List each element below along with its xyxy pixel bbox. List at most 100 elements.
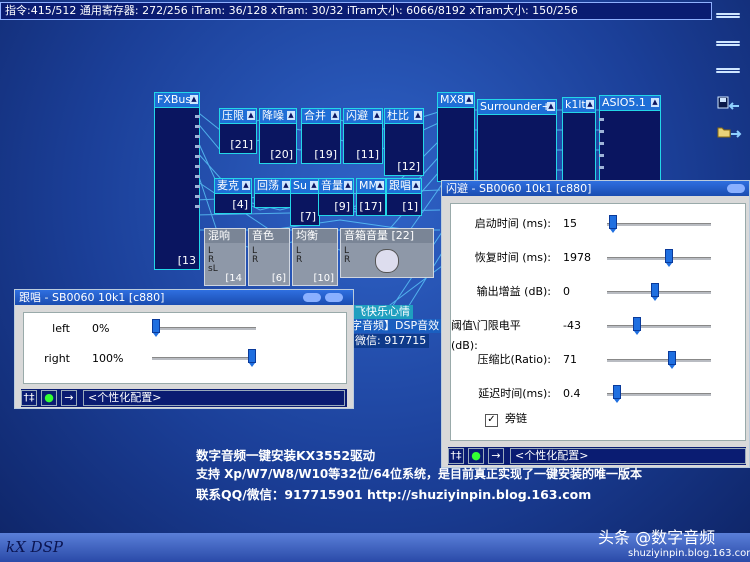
param-value: 15: [563, 217, 577, 230]
next-icon[interactable]: →: [61, 390, 77, 406]
param-value: 71: [563, 353, 577, 366]
module-yinliang[interactable]: 音量 ▲ [9]: [318, 178, 354, 216]
promo-line-3: 联系QQ/微信：917715901 http://shuziyinpin.blo…: [196, 487, 592, 502]
record-icon[interactable]: ●: [468, 448, 484, 464]
param-value: 1978: [563, 251, 591, 264]
module-yinse[interactable]: 音色 LR [6]: [248, 228, 290, 286]
param-label-text: 恢复时间 (ms):: [474, 251, 551, 264]
open-folder-icon[interactable]: [717, 124, 743, 140]
module-yaxian[interactable]: 压限 ▲ [21]: [219, 108, 257, 154]
slider-thumb[interactable]: [664, 249, 673, 267]
module-genchang[interactable]: 跟唱 ▲ [1]: [386, 178, 422, 216]
slider-track: [607, 393, 711, 396]
module-id: [6]: [271, 273, 286, 284]
volume-knob-icon[interactable]: [375, 249, 399, 273]
module-title: 闪避: [346, 109, 368, 122]
promo-line-2: 支持 Xp/W7/W8/W10等32位/64位系统，是目前真正实现了一键安装的唯…: [196, 467, 643, 481]
minimize-icon[interactable]: [303, 293, 321, 302]
watermark: 头条 @数字音频: [598, 528, 716, 547]
bg-label-dsp: 字音频】DSP音效: [348, 319, 443, 333]
slider-thumb[interactable]: [651, 283, 660, 301]
param-label: 启动时间 (ms):: [451, 214, 551, 234]
window-titlebar[interactable]: 跟唱 - SB0060 10k1 [c880]: [15, 290, 353, 305]
genchang-window[interactable]: 跟唱 - SB0060 10k1 [c880] left 0% right 10…: [14, 289, 354, 409]
module-fxbus[interactable]: FXBus ▲ [13: [154, 92, 200, 270]
param-label-text: 启动时间 (ms):: [474, 217, 551, 230]
window-title: 跟唱 - SB0060 10k1 [c880]: [19, 291, 165, 304]
close-icon[interactable]: [325, 293, 343, 302]
channel-sl-label: sL: [208, 264, 218, 274]
tune-icon[interactable]: †‡: [448, 448, 464, 464]
module-title: 回荡: [257, 179, 279, 192]
channel-right-label: R: [252, 255, 259, 265]
module-title: 混响: [205, 229, 245, 243]
module-id: [12]: [397, 160, 420, 173]
module-hunxiang[interactable]: 混响 L RsL [14: [204, 228, 246, 286]
preset-select[interactable]: <个性化配置>: [510, 448, 746, 464]
promo-line-1: 数字音频一键安装KX3552驱动: [196, 448, 376, 463]
param-label-text: 输出增益 (dB):: [476, 285, 551, 298]
slider-thumb[interactable]: [612, 385, 621, 403]
module-surrounder[interactable]: Surrounder+ ▲: [477, 99, 557, 183]
param-label: 延迟时间(ms):: [451, 384, 551, 404]
module-title: 压限: [222, 109, 244, 122]
module-huidang[interactable]: 回荡 ▲: [254, 178, 292, 208]
module-id: [20]: [270, 148, 293, 161]
module-id: [21]: [230, 138, 253, 151]
menu-lines-icon[interactable]: [716, 67, 740, 77]
module-hebing[interactable]: 合并 ▲ [19]: [301, 108, 341, 164]
module-maike[interactable]: 麦克 ▲ [4]: [214, 178, 252, 214]
module-title: k1lt: [565, 98, 586, 111]
param-label-text: 延迟时间(ms):: [478, 387, 551, 400]
module-mm[interactable]: MM ▲ [17]: [356, 178, 386, 216]
module-title: 跟唱: [389, 179, 411, 192]
tune-icon[interactable]: †‡: [21, 390, 37, 406]
preset-select[interactable]: <个性化配置>: [83, 390, 345, 406]
module-k1lt[interactable]: k1lt ▲: [562, 97, 596, 183]
param-label: 输出增益 (dB):: [451, 282, 551, 302]
module-title: 音量: [321, 179, 343, 192]
param-value: 0.4: [563, 387, 581, 400]
window-titlebar[interactable]: 闪避 - SB0060 10k1 [c880]: [442, 181, 749, 196]
param-right-value: 100%: [92, 352, 124, 365]
shanbi-window[interactable]: 闪避 - SB0060 10k1 [c880] 启动时间 (ms): 15 恢复时间…: [441, 180, 750, 468]
watermark-url: shuziyinpin.blog.163.com: [628, 548, 750, 559]
slider-thumb[interactable]: [608, 215, 617, 233]
module-jianghao[interactable]: 降噪 ▲ [20]: [259, 108, 297, 164]
module-id: [19]: [314, 148, 337, 161]
bg-label-fly: 飞快乐心情: [352, 305, 413, 319]
param-value: -43: [563, 319, 581, 332]
module-dubi[interactable]: 杜比 ▲ [12]: [384, 108, 424, 176]
minimize-icon[interactable]: [727, 184, 745, 193]
save-icon[interactable]: [717, 96, 743, 112]
slider-thumb[interactable]: [632, 317, 641, 335]
module-junheng[interactable]: 均衡 LR [10]: [292, 228, 338, 286]
module-id: [7]: [300, 210, 316, 223]
window-footer: †‡ ● → <个性化配置>: [448, 447, 746, 465]
module-title: 均衡: [293, 229, 337, 243]
sidechain-checkbox[interactable]: ✓: [485, 414, 498, 427]
module-su[interactable]: Su ▲ [7]: [290, 178, 320, 226]
module-mx8[interactable]: MX8 ▲: [437, 92, 475, 182]
module-yinxiang[interactable]: 音箱音量 [22] LR: [340, 228, 434, 278]
menu-lines-icon[interactable]: [716, 12, 740, 22]
slider-track: [152, 327, 256, 330]
bg-label-wechat: 微信: 917715: [352, 334, 430, 348]
module-title: FXBus: [157, 93, 192, 106]
next-icon[interactable]: →: [488, 448, 504, 464]
menu-lines-icon[interactable]: [716, 40, 740, 50]
slider-track: [607, 257, 711, 260]
record-icon[interactable]: ●: [41, 390, 57, 406]
slider-left[interactable]: [152, 319, 160, 337]
slider-thumb[interactable]: [668, 351, 677, 369]
module-id: [17]: [359, 200, 382, 213]
module-asio[interactable]: ASIO5.1 ▲: [599, 95, 661, 183]
params-panel: 启动时间 (ms): 15 恢复时间 (ms): 1978 输出增益 (dB): 0 阈值\…: [450, 203, 746, 441]
module-title: MX8: [440, 93, 465, 106]
slider-track: [607, 223, 711, 226]
kx-logo: kX DSP: [6, 538, 63, 556]
param-label-text: 压缩比(Ratio):: [477, 353, 551, 366]
slider-right[interactable]: [248, 349, 256, 367]
module-title: 杜比: [387, 109, 409, 122]
module-shanbi[interactable]: 闪避 ▲ [11]: [343, 108, 383, 164]
